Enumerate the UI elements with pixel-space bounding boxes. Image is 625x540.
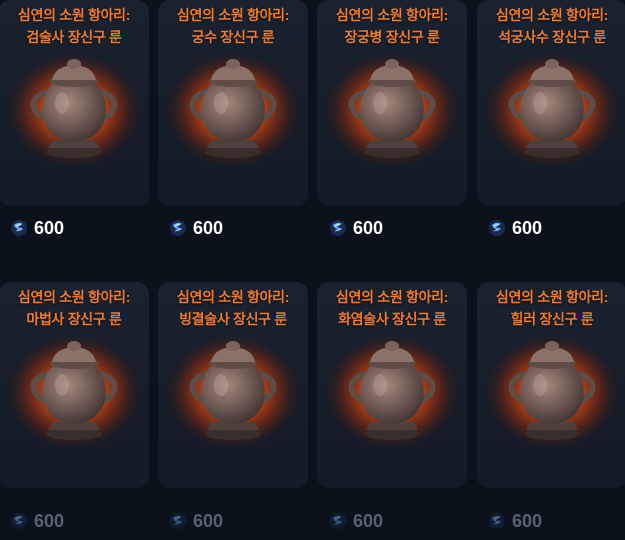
- shop-item-card[interactable]: 심연의 소원 항아리: 마법사 장신구 룬: [0, 282, 149, 488]
- dragon-gem-icon: [11, 513, 27, 529]
- item-price: 600: [169, 508, 223, 534]
- dragon-gem-icon: [11, 220, 27, 236]
- item-price: 600: [169, 215, 223, 241]
- item-price: 600: [10, 215, 64, 241]
- item-price: 600: [329, 508, 383, 534]
- jar-icon: [158, 330, 308, 460]
- jar-icon: [317, 48, 467, 178]
- dragon-gem-icon: [170, 220, 186, 236]
- dragon-gem-icon: [489, 513, 505, 529]
- jar-icon: [477, 48, 625, 178]
- dragon-gem-icon: [330, 220, 346, 236]
- item-title: 심연의 소원 항아리: 빙결술사 장신구 룬: [176, 289, 290, 327]
- shop-item-card[interactable]: 심연의 소원 항아리: 힐러 장신구 룬: [477, 282, 625, 488]
- shop-item-card[interactable]: 심연의 소원 항아리: 장궁병 장신구 룬: [317, 0, 467, 206]
- item-price: 600: [10, 508, 64, 534]
- jar-icon: [158, 48, 308, 178]
- dragon-gem-icon: [489, 220, 505, 236]
- item-title: 심연의 소원 항아리: 궁수 장신구 룬: [176, 7, 290, 45]
- item-title: 심연의 소원 항아리: 장궁병 장신구 룬: [335, 7, 449, 45]
- shop-item-card[interactable]: 심연의 소원 항아리: 검술사 장신구 룬: [0, 0, 149, 206]
- shop-item-grid: 심연의 소원 항아리: 검술사 장신구 룬 600 심연의 소원 항아리: 궁수…: [0, 0, 625, 540]
- item-title: 심연의 소원 항아리: 힐러 장신구 룬: [495, 289, 609, 327]
- dragon-gem-icon: [170, 513, 186, 529]
- shop-item-card[interactable]: 심연의 소원 항아리: 석궁사수 장신구 룬: [477, 0, 625, 206]
- item-title: 심연의 소원 항아리: 검술사 장신구 룬: [17, 7, 131, 45]
- jar-icon: [317, 330, 467, 460]
- dragon-gem-icon: [330, 513, 346, 529]
- shop-item-card[interactable]: 심연의 소원 항아리: 화염술사 장신구 룬: [317, 282, 467, 488]
- jar-icon: [0, 48, 149, 178]
- item-title: 심연의 소원 항아리: 마법사 장신구 룬: [17, 289, 131, 327]
- item-title: 심연의 소원 항아리: 화염술사 장신구 룬: [335, 289, 449, 327]
- item-price: 600: [488, 215, 542, 241]
- item-title: 심연의 소원 항아리: 석궁사수 장신구 룬: [495, 7, 609, 45]
- shop-item-card[interactable]: 심연의 소원 항아리: 궁수 장신구 룬: [158, 0, 308, 206]
- shop-item-card[interactable]: 심연의 소원 항아리: 빙결술사 장신구 룬: [158, 282, 308, 488]
- item-price: 600: [488, 508, 542, 534]
- jar-icon: [477, 330, 625, 460]
- jar-icon: [0, 330, 149, 460]
- item-price: 600: [329, 215, 383, 241]
